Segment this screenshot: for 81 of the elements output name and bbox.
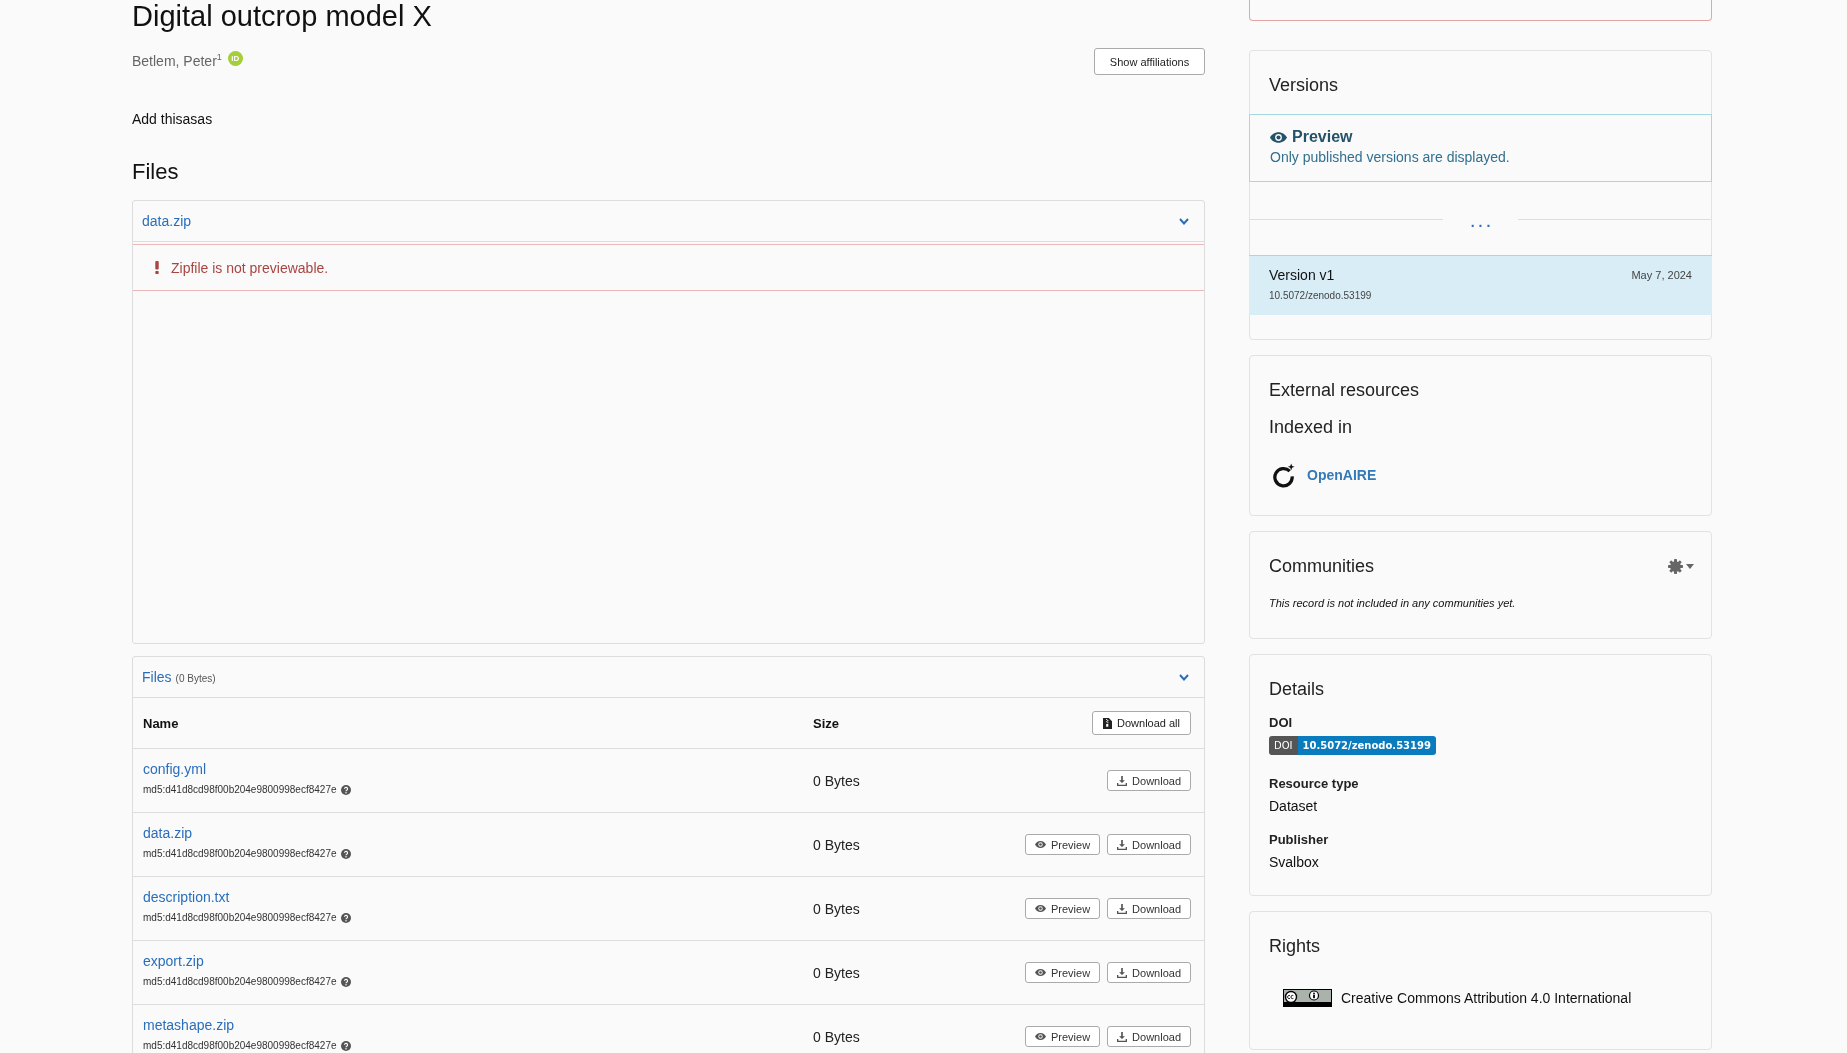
file-size: 0 Bytes (813, 836, 861, 853)
card-heading: Versions (1268, 74, 1340, 96)
file-checksum: md5:d41d8cd98f00b204e9800998ecf8427e (143, 1040, 337, 1052)
file-checksum: md5:d41d8cd98f00b204e9800998ecf8427e (143, 976, 337, 988)
eye-icon (1034, 905, 1046, 912)
settings-menu-button[interactable] (1668, 558, 1694, 574)
card-heading: Details (1269, 678, 1326, 700)
license-name[interactable]: Creative Commons Attribution 4.0 International (1341, 990, 1632, 1006)
version-label: Version v1 (1269, 266, 1335, 284)
chevron-down-icon[interactable] (1179, 673, 1189, 681)
eye-icon (1034, 969, 1046, 976)
caret-icon (1686, 563, 1694, 569)
files-panel-title[interactable]: Files (142, 669, 172, 685)
help-icon[interactable] (340, 977, 351, 987)
record-title: Digital outcrop model X (132, 0, 433, 32)
file-name-link[interactable]: metashape.zip (143, 1016, 235, 1034)
column-header: Name (143, 715, 180, 731)
detail-label: Resource type (1269, 775, 1360, 793)
help-icon[interactable] (340, 913, 351, 923)
version-item[interactable]: Version v1 May 7, 2024 10.5072/zenodo.53199 (1249, 255, 1712, 315)
more-versions-link[interactable]: ... (1442, 208, 1519, 230)
empty-communities-text: This record is not included in any communities yet. (1268, 596, 1517, 611)
files-total-size: (0 Bytes) (175, 673, 216, 684)
indexed-in-link[interactable]: OpenAIRE (1307, 467, 1377, 483)
file-checksum: md5:d41d8cd98f00b204e9800998ecf8427e (143, 784, 337, 796)
file-name-link[interactable]: export.zip (143, 952, 204, 970)
record-description: Add thisasas (132, 110, 214, 128)
file-name-link[interactable]: data.zip (143, 824, 193, 842)
settings-icon (1668, 558, 1683, 574)
download-button[interactable]: Download (1107, 1026, 1191, 1047)
files-heading: Files (132, 158, 180, 186)
eye-icon (1034, 1033, 1046, 1040)
download-button[interactable]: Download (1107, 770, 1191, 791)
preview-button[interactable]: Preview (1024, 898, 1101, 919)
license-badge-icon (1283, 989, 1332, 1007)
download-icon (1117, 839, 1128, 850)
preview-file-title[interactable]: data.zip (142, 213, 192, 229)
version-date: May 7, 2024 (1631, 269, 1692, 281)
download-button[interactable]: Download (1107, 834, 1191, 855)
file-size: 0 Bytes (813, 900, 861, 917)
download-icon (1117, 775, 1128, 786)
notice-text: Only published versions are displayed. (1270, 148, 1511, 166)
preview-button[interactable]: Preview (1024, 1026, 1101, 1047)
show-affiliations-button[interactable]: Show affiliations (1094, 48, 1205, 75)
help-icon[interactable] (340, 849, 351, 859)
file-checksum: md5:d41d8cd98f00b204e9800998ecf8427e (143, 848, 337, 860)
notice-title: Preview (1292, 127, 1353, 147)
detail-label: Publisher (1269, 831, 1330, 849)
help-icon[interactable] (340, 785, 351, 795)
detail-label: DOI (1269, 714, 1294, 732)
ring-logo-icon (1271, 462, 1296, 488)
download-icon (1117, 1031, 1128, 1042)
author-name[interactable]: Betlem, Peter$^{1}$ (132, 48, 222, 70)
exclamation-icon (155, 261, 159, 274)
download-all-button[interactable]: Download all (1092, 711, 1191, 735)
file-size: 0 Bytes (813, 964, 861, 981)
download-icon (1117, 967, 1128, 978)
eye-icon (1034, 841, 1046, 848)
eye-icon (1270, 131, 1287, 143)
download-icon (1117, 903, 1128, 914)
preview-button[interactable]: Preview (1024, 962, 1101, 983)
file-name-link[interactable]: description.txt (143, 888, 230, 906)
card-heading: Rights (1268, 935, 1322, 957)
help-icon[interactable] (340, 1041, 351, 1051)
download-button[interactable]: Download (1107, 962, 1191, 983)
download-button[interactable]: Download (1107, 898, 1191, 919)
column-header: Size (813, 715, 840, 731)
file-size: 0 Bytes (813, 772, 861, 789)
card-heading: External resources (1268, 379, 1421, 401)
detail-value: Dataset (1269, 797, 1319, 815)
preview-button[interactable]: Preview (1024, 834, 1101, 855)
file-checksum: md5:d41d8cd98f00b204e9800998ecf8427e (143, 912, 337, 924)
card-subheading: Indexed in (1268, 416, 1354, 438)
card-heading: Communities (1268, 555, 1375, 577)
detail-value: Svalbox (1269, 853, 1320, 871)
chevron-down-icon[interactable] (1179, 217, 1189, 225)
version-doi: 10.5072/zenodo.53199 (1269, 289, 1373, 303)
file-size: 0 Bytes (813, 1028, 861, 1045)
alert-message: Zipfile is not previewable. (171, 259, 329, 276)
zip-file-icon (1103, 717, 1112, 729)
file-name-link[interactable]: config.yml (143, 760, 207, 778)
